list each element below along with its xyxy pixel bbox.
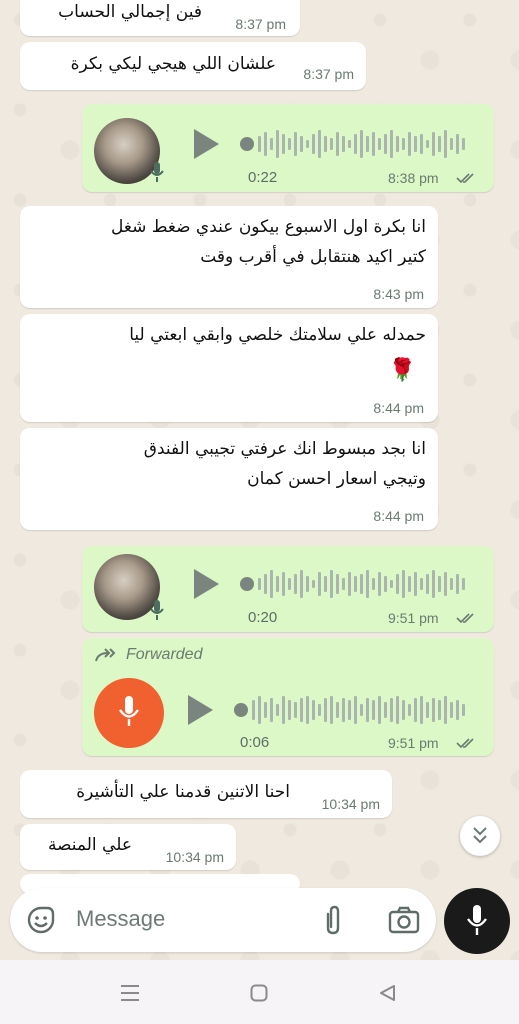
forwarded-label: Forwarded xyxy=(126,646,203,663)
message-bubble-incoming[interactable]: حمدله علي سلامتك خلصي وابقي ابعتي ليا 🌹 … xyxy=(20,314,438,422)
message-time: 8:44 pm xyxy=(373,508,424,524)
microphone-icon xyxy=(467,905,487,935)
message-text: كتير اكيد هنتقابل في أقرب وقت xyxy=(200,247,426,267)
message-text: احنا الاتنين قدمنا علي التأشيرة xyxy=(76,782,290,802)
menu-icon[interactable] xyxy=(120,984,140,1002)
playback-position-dot xyxy=(240,137,254,151)
double-chevron-down-icon xyxy=(473,827,487,844)
waveform[interactable] xyxy=(256,566,470,602)
message-time: 8:37 pm xyxy=(303,66,354,82)
paperclip-icon[interactable] xyxy=(322,904,344,936)
message-text: علشان اللي هيجي ليكي بكرة xyxy=(70,54,276,74)
play-button[interactable] xyxy=(194,129,219,159)
read-ticks-icon xyxy=(456,613,474,624)
voice-duration: 0:22 xyxy=(248,169,278,186)
message-time: 10:34 pm xyxy=(165,849,224,865)
camera-icon[interactable] xyxy=(388,906,420,934)
message-text: فين إجمالي الحساب xyxy=(58,2,202,22)
message-time: 8:43 pm xyxy=(373,286,424,302)
message-composer[interactable]: Message xyxy=(10,888,436,952)
record-voice-button[interactable] xyxy=(444,888,510,954)
message-text: حمدله علي سلامتك خلصي وابقي ابعتي ليا xyxy=(129,325,426,345)
message-bubble-incoming[interactable]: احنا الاتنين قدمنا علي التأشيرة 10:34 pm xyxy=(20,770,392,818)
back-icon[interactable] xyxy=(378,984,396,1002)
voice-duration: 0:06 xyxy=(240,734,270,751)
voice-duration: 0:20 xyxy=(248,609,278,626)
message-text: انا بكرة اول الاسبوع بيكون عندي ضغط شغل xyxy=(111,217,426,237)
message-bubble-incoming[interactable]: انا بجد مبسوط انك عرفتي تجيبي الفندق وتي… xyxy=(20,428,438,530)
waveform[interactable] xyxy=(250,692,470,728)
forward-icon xyxy=(95,648,116,662)
rose-emoji: 🌹 xyxy=(388,358,416,383)
voice-note-avatar xyxy=(94,678,164,748)
system-navigation-bar xyxy=(0,960,519,1024)
message-time: 8:37 pm xyxy=(235,16,286,32)
scroll-to-bottom-button[interactable] xyxy=(460,816,500,856)
microphone-icon xyxy=(150,600,164,620)
message-bubble-incoming[interactable]: علي المنصة 10:34 pm xyxy=(20,824,236,870)
message-time: 10:34 pm xyxy=(321,796,380,812)
message-text: وتيجي اسعار احسن كمان xyxy=(247,469,426,489)
emoji-icon[interactable] xyxy=(26,905,56,935)
message-bubble-incoming[interactable]: علشان اللي هيجي ليكي بكرة 8:37 pm xyxy=(20,42,366,90)
read-ticks-icon xyxy=(456,738,474,749)
play-button[interactable] xyxy=(188,695,213,725)
microphone-icon xyxy=(150,162,164,182)
voice-message-outgoing[interactable]: 0:22 8:38 pm xyxy=(82,104,494,192)
play-button[interactable] xyxy=(194,569,219,599)
read-ticks-icon xyxy=(456,173,474,184)
message-text: انا بجد مبسوط انك عرفتي تجيبي الفندق xyxy=(143,439,426,459)
message-time: 8:38 pm xyxy=(388,170,439,186)
message-input[interactable]: Message xyxy=(76,906,165,932)
voice-message-outgoing[interactable]: 0:20 9:51 pm xyxy=(82,546,494,632)
home-icon[interactable] xyxy=(250,984,268,1002)
message-time: 9:51 pm xyxy=(388,735,439,751)
message-time: 9:51 pm xyxy=(388,610,439,626)
message-bubble-incoming[interactable]: انا بكرة اول الاسبوع بيكون عندي ضغط شغل … xyxy=(20,206,438,308)
playback-position-dot xyxy=(240,577,254,591)
microphone-icon xyxy=(119,696,139,726)
voice-message-forwarded[interactable]: Forwarded 0:06 9:51 pm xyxy=(82,638,494,756)
message-time: 8:44 pm xyxy=(373,400,424,416)
playback-position-dot xyxy=(234,703,248,717)
message-bubble-incoming[interactable]: فين إجمالي الحساب 8:37 pm xyxy=(20,0,300,36)
message-text: علي المنصة xyxy=(47,835,132,855)
waveform[interactable] xyxy=(256,126,470,162)
